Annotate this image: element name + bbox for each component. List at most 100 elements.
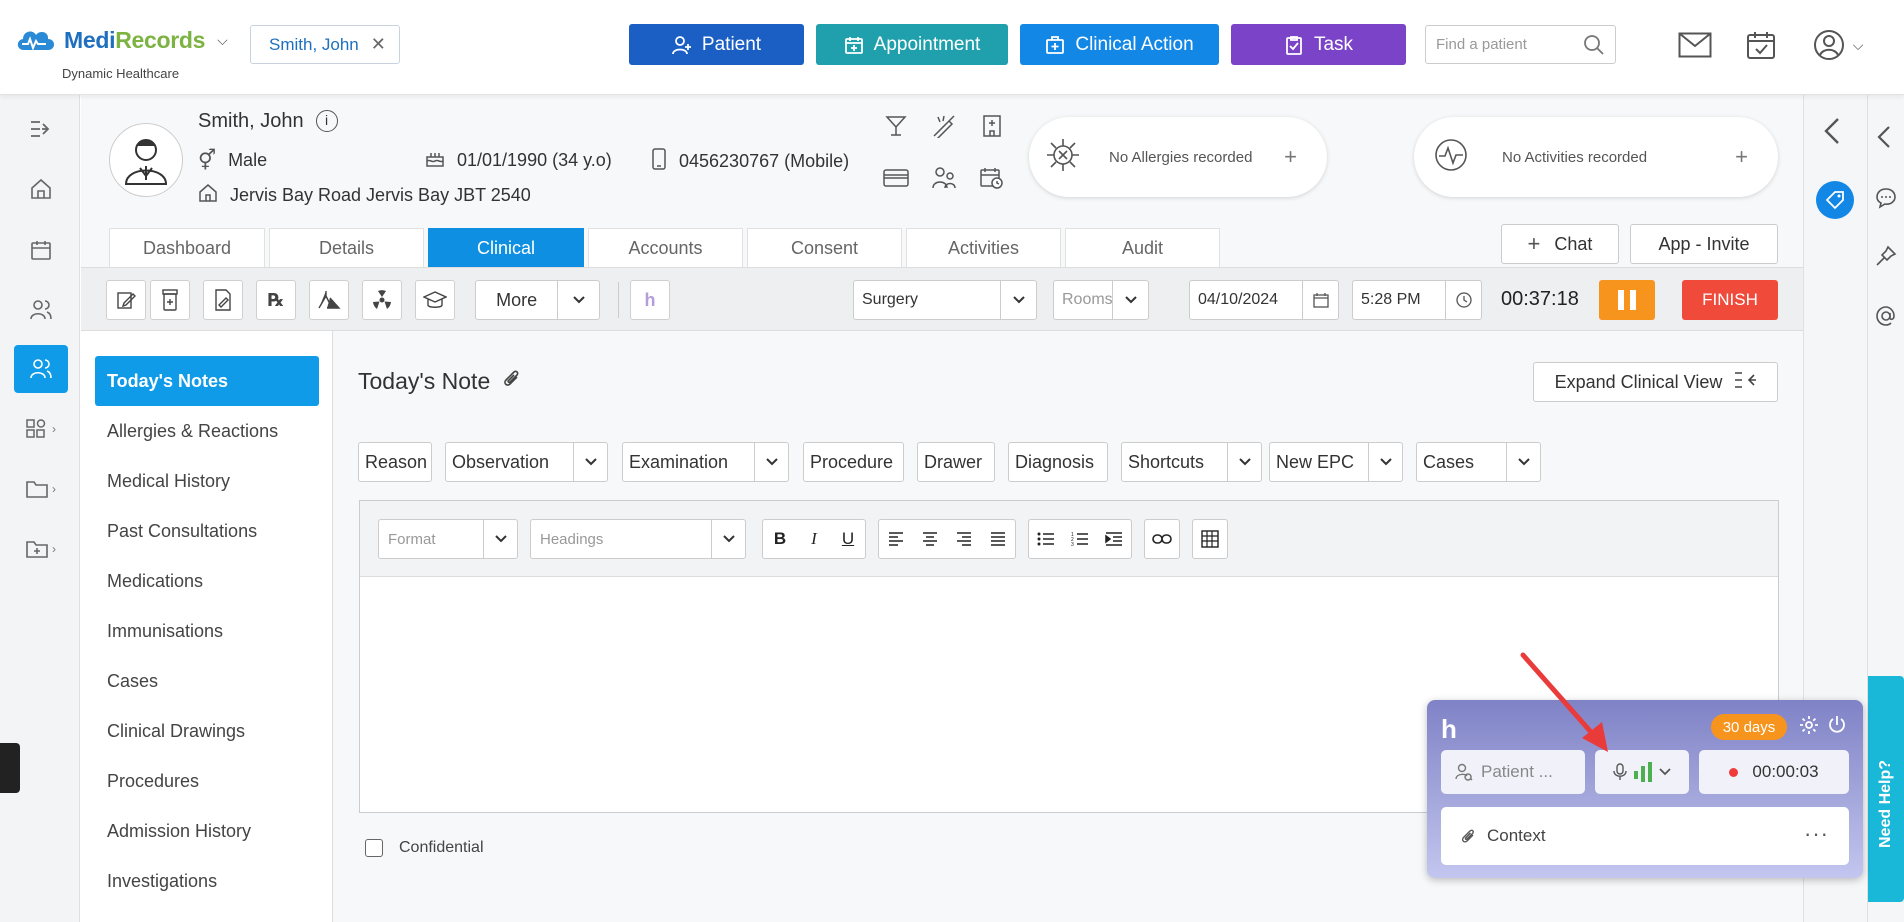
chat-button[interactable]: + Chat xyxy=(1501,224,1619,264)
clinical-action-button[interactable]: Clinical Action xyxy=(1020,24,1219,65)
template-reason[interactable]: Reason xyxy=(358,442,432,482)
folder-icon[interactable]: › xyxy=(14,465,68,513)
expand-sidebar-icon[interactable] xyxy=(14,105,68,153)
clock-icon[interactable] xyxy=(1445,281,1481,319)
align-center-icon[interactable] xyxy=(913,520,947,558)
credit-card-icon[interactable] xyxy=(881,163,911,193)
activities-card[interactable]: No Activities recorded + xyxy=(1414,117,1778,197)
active-patient-chip[interactable]: Smith, John ✕ xyxy=(250,25,400,64)
calendar-check-icon[interactable] xyxy=(1744,28,1778,62)
patient-search-input[interactable]: Patient ... xyxy=(1441,750,1585,794)
radiology-icon[interactable] xyxy=(362,280,402,320)
folder-add-icon[interactable]: › xyxy=(14,525,68,573)
tab-details[interactable]: Details xyxy=(269,228,424,268)
template-examination[interactable]: Examination xyxy=(622,442,789,482)
edit-note-icon[interactable] xyxy=(106,280,146,320)
chevron-down-icon[interactable] xyxy=(1506,443,1540,481)
nav-medications[interactable]: Medications xyxy=(95,556,319,606)
calendar-icon[interactable] xyxy=(1302,281,1338,319)
headings-select[interactable]: Headings xyxy=(530,519,746,559)
tab-consent[interactable]: Consent xyxy=(747,228,902,268)
align-justify-icon[interactable] xyxy=(981,520,1015,558)
nav-admission-history[interactable]: Admission History xyxy=(95,806,319,856)
italic-icon[interactable]: I xyxy=(797,520,831,558)
align-left-icon[interactable] xyxy=(879,520,913,558)
close-icon[interactable]: ✕ xyxy=(371,34,386,55)
microphone-select[interactable] xyxy=(1595,750,1689,794)
calendar-icon[interactable] xyxy=(14,226,68,274)
need-help-tab[interactable]: Need Help? xyxy=(1868,676,1904,902)
tab-dashboard[interactable]: Dashboard xyxy=(109,228,265,268)
format-select[interactable]: Format xyxy=(378,519,518,559)
expand-clinical-view-button[interactable]: Expand Clinical View xyxy=(1533,362,1778,402)
find-patient-input[interactable]: Find a patient xyxy=(1425,25,1616,64)
calendar-clock-icon[interactable] xyxy=(977,163,1007,193)
template-cases[interactable]: Cases xyxy=(1416,442,1541,482)
pin-icon[interactable] xyxy=(1875,245,1897,272)
tab-clinical[interactable]: Clinical xyxy=(428,228,584,268)
tag-icon[interactable] xyxy=(1816,181,1854,219)
tab-audit[interactable]: Audit xyxy=(1065,228,1220,268)
finish-button[interactable]: FINISH xyxy=(1682,280,1778,320)
underline-icon[interactable]: U xyxy=(831,520,865,558)
tab-activities[interactable]: Activities xyxy=(906,228,1061,268)
more-dropdown[interactable]: More xyxy=(475,280,600,320)
pathology-flask-icon[interactable] xyxy=(309,280,349,320)
avatar[interactable] xyxy=(109,123,183,197)
more-options-icon[interactable]: ··· xyxy=(1804,821,1829,847)
nav-cases[interactable]: Cases xyxy=(95,656,319,706)
time-input[interactable]: 5:28 PM xyxy=(1352,280,1482,320)
nav-todays-notes[interactable]: Today's Notes xyxy=(95,356,319,406)
template-drawer[interactable]: Drawer xyxy=(917,442,995,482)
nav-procedures[interactable]: Procedures xyxy=(95,756,319,806)
nav-medical-history[interactable]: Medical History xyxy=(95,456,319,506)
apps-grid-icon[interactable]: › xyxy=(14,405,68,453)
new-patient-button[interactable]: Patient xyxy=(629,24,804,65)
hospital-icon[interactable] xyxy=(977,111,1007,141)
document-pen-icon[interactable] xyxy=(203,280,243,320)
tab-accounts[interactable]: Accounts xyxy=(588,228,743,268)
new-appointment-button[interactable]: Appointment xyxy=(816,24,1008,65)
template-new-epc[interactable]: New EPC xyxy=(1269,442,1403,482)
app-invite-button[interactable]: App - Invite xyxy=(1630,224,1778,264)
recording-timer[interactable]: 00:00:03 xyxy=(1699,750,1849,794)
chevron-left-icon[interactable] xyxy=(1876,125,1892,154)
info-icon[interactable]: i xyxy=(315,110,338,132)
prescription-rx-icon[interactable]: ℞ xyxy=(256,280,296,320)
confidential-checkbox[interactable] xyxy=(365,839,383,857)
bold-icon[interactable]: B xyxy=(763,520,797,558)
family-icon[interactable] xyxy=(929,163,959,193)
chevron-down-icon[interactable] xyxy=(1227,443,1261,481)
bullet-list-icon[interactable] xyxy=(1029,520,1063,558)
gear-icon[interactable] xyxy=(1799,715,1819,740)
mail-icon[interactable] xyxy=(1678,28,1712,62)
indent-icon[interactable] xyxy=(1097,520,1131,558)
chat-bubble-icon[interactable] xyxy=(1875,187,1897,214)
chevron-down-icon[interactable]: ⌵ xyxy=(217,32,228,49)
numbered-list-icon[interactable]: 123 xyxy=(1063,520,1097,558)
chevron-down-icon[interactable] xyxy=(573,443,607,481)
template-observation[interactable]: Observation xyxy=(445,442,608,482)
location-select[interactable]: Surgery xyxy=(853,280,1037,320)
chevron-down-icon[interactable] xyxy=(1368,443,1402,481)
education-cap-icon[interactable] xyxy=(415,280,455,320)
nav-allergies-reactions[interactable]: Allergies & Reactions xyxy=(95,406,319,456)
nav-past-consultations[interactable]: Past Consultations xyxy=(95,506,319,556)
allergies-card[interactable]: No Allergies recorded + xyxy=(1029,117,1327,197)
smoking-icon[interactable] xyxy=(929,111,959,141)
heidi-logo-icon[interactable]: h xyxy=(630,280,670,320)
add-activity-icon[interactable]: + xyxy=(1735,144,1748,170)
chevron-down-icon[interactable] xyxy=(754,443,788,481)
nav-immunisations[interactable]: Immunisations xyxy=(95,606,319,656)
confidential-option[interactable]: Confidential xyxy=(365,839,484,857)
mention-at-icon[interactable] xyxy=(1875,305,1897,332)
patients-icon[interactable] xyxy=(14,345,68,393)
side-drawer-toggle[interactable] xyxy=(0,743,20,793)
date-input[interactable]: 04/10/2024 xyxy=(1189,280,1339,320)
template-procedure[interactable]: Procedure xyxy=(803,442,904,482)
pause-button[interactable] xyxy=(1599,280,1655,320)
template-diagnosis[interactable]: Diagnosis xyxy=(1008,442,1108,482)
cocktail-glass-icon[interactable] xyxy=(881,111,911,141)
add-allergy-icon[interactable]: + xyxy=(1284,144,1297,170)
search-icon[interactable] xyxy=(1583,34,1605,56)
